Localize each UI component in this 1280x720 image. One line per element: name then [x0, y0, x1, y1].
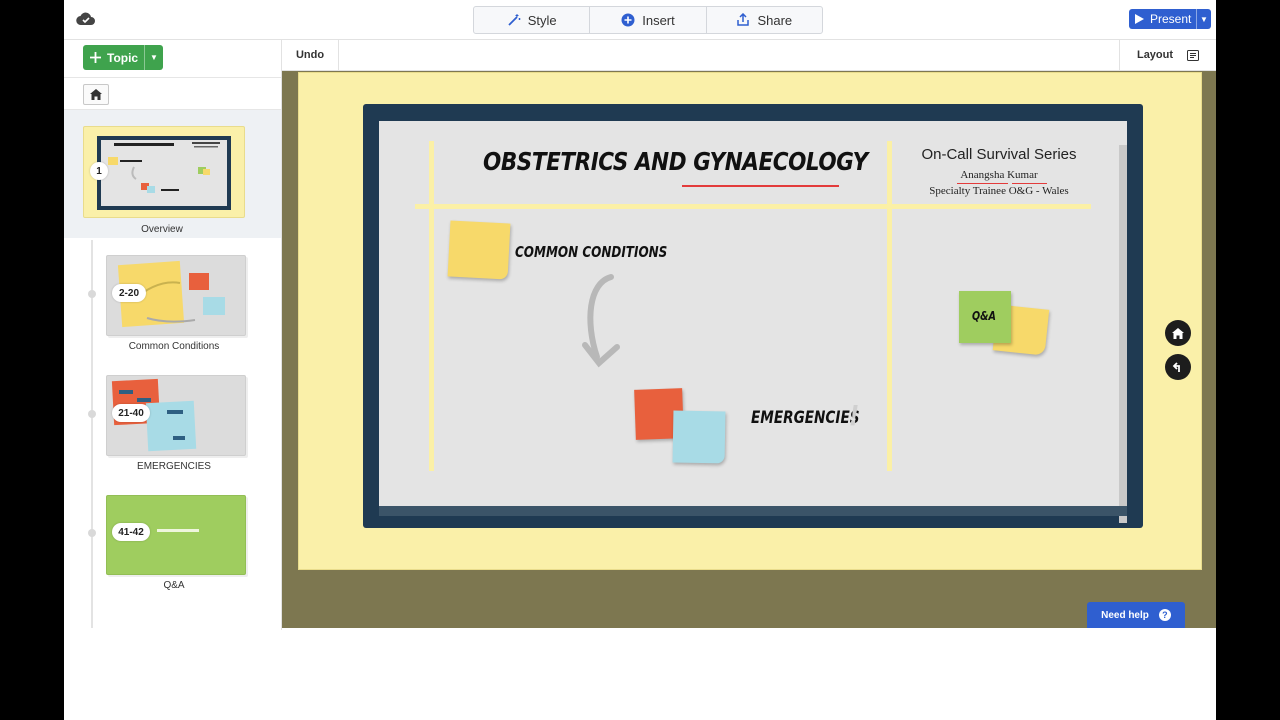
home-icon: [1172, 327, 1184, 339]
sidebar-item-qa[interactable]: Q&A: [114, 580, 234, 591]
present-dropdown-chevron-icon[interactable]: ▼: [1197, 15, 1211, 24]
add-topic-button[interactable]: Topic ▼: [83, 45, 163, 70]
plus-circle-icon: [621, 13, 635, 27]
insert-button[interactable]: Insert: [590, 7, 707, 33]
present-main[interactable]: Present: [1129, 9, 1197, 29]
top-toolbar: Style Insert Share Present ▼: [64, 0, 1216, 40]
tree-node-dot: [88, 529, 96, 537]
common-conditions-label[interactable]: COMMON CONDITIONS: [515, 243, 667, 261]
frame-bottom-band: [379, 506, 1127, 516]
slide-frame[interactable]: OBSTETRICS AND GYNAECOLOGY On-Call Survi…: [363, 104, 1143, 528]
home-overview-button[interactable]: [83, 84, 109, 105]
topic-label: Topic: [107, 50, 139, 65]
grid-line-vertical: [887, 141, 892, 471]
secondary-toolbar: Undo Layout: [282, 40, 1216, 71]
prezi-editor: Style Insert Share Present ▼ Undo Layout: [64, 0, 1216, 720]
tree-node-dot: [88, 410, 96, 418]
need-help-button[interactable]: Need help ?: [1087, 602, 1185, 628]
share-label: Share: [757, 12, 793, 28]
back-nav-button[interactable]: [1165, 354, 1191, 380]
plus-icon: [90, 52, 101, 63]
topic-sidebar: Topic ▼ 1 Overview 2-20 Common Condition…: [64, 40, 282, 630]
edit-toolbar-group: Style Insert Share: [473, 6, 823, 34]
overview-preview-image: [97, 136, 231, 210]
presentation-canvas[interactable]: OBSTETRICS AND GYNAECOLOGY On-Call Survi…: [282, 71, 1216, 628]
arrow-back-icon: [1172, 362, 1180, 372]
share-upload-icon: [737, 13, 750, 26]
divider: [64, 77, 281, 78]
series-title[interactable]: On-Call Survival Series: [919, 146, 1079, 163]
author-role[interactable]: Specialty Trainee O&G - Wales: [899, 185, 1099, 197]
sidebar-item-common-conditions[interactable]: Common Conditions: [114, 341, 234, 352]
slide-background: OBSTETRICS AND GYNAECOLOGY On-Call Survi…: [298, 72, 1202, 570]
home-icon: [90, 89, 102, 100]
sidebar-item-overview[interactable]: Overview: [122, 224, 202, 235]
tree-connector: [91, 240, 93, 628]
topic-dropdown-chevron-icon[interactable]: ▼: [145, 53, 163, 62]
slide-range-badge: 1: [90, 162, 108, 180]
slide-title[interactable]: OBSTETRICS AND GYNAECOLOGY: [483, 147, 868, 176]
curved-arrow-icon: [582, 274, 620, 368]
style-button[interactable]: Style: [474, 7, 591, 33]
author-name[interactable]: Anangsha Kumar: [919, 169, 1079, 181]
sticky-note-yellow[interactable]: [447, 220, 511, 280]
qa-label[interactable]: Q&A: [972, 309, 996, 323]
play-icon: [1135, 14, 1144, 24]
tree-node-dot: [88, 290, 96, 298]
undo-button[interactable]: Undo: [282, 40, 339, 70]
present-button[interactable]: Present ▼: [1129, 9, 1211, 29]
grid-line-vertical: [429, 141, 434, 471]
emergencies-label[interactable]: EMERGENCIES: [751, 408, 860, 428]
frame-shadow: [1119, 145, 1127, 523]
cloud-save-icon[interactable]: [76, 11, 96, 27]
present-label: Present: [1150, 12, 1192, 26]
question-mark-icon: ?: [1158, 609, 1171, 621]
need-help-label: Need help: [1101, 609, 1149, 621]
layout-panel-icon: [1187, 49, 1200, 61]
sidebar-item-emergencies[interactable]: EMERGENCIES: [114, 461, 234, 472]
insert-label: Insert: [642, 12, 675, 28]
layout-label: Layout: [1136, 49, 1174, 61]
slide-range-badge: 41-42: [112, 523, 150, 541]
author-underline: [1012, 183, 1047, 184]
add-topic-main[interactable]: Topic: [83, 45, 145, 70]
grid-line-horizontal: [415, 204, 1091, 209]
slide-range-badge: 21-40: [112, 404, 150, 422]
share-button[interactable]: Share: [707, 7, 822, 33]
layout-button[interactable]: Layout: [1119, 40, 1216, 70]
home-nav-button[interactable]: [1165, 320, 1191, 346]
slide-range-badge: 2-20: [112, 284, 146, 302]
slide-inner: OBSTETRICS AND GYNAECOLOGY On-Call Survi…: [379, 121, 1127, 523]
exclamation-mark: !: [849, 399, 860, 432]
author-underline: [957, 183, 1008, 184]
style-label: Style: [527, 12, 557, 28]
magic-wand-icon: [508, 14, 521, 26]
title-underline: [682, 185, 839, 187]
sticky-note-blue[interactable]: [672, 410, 726, 464]
